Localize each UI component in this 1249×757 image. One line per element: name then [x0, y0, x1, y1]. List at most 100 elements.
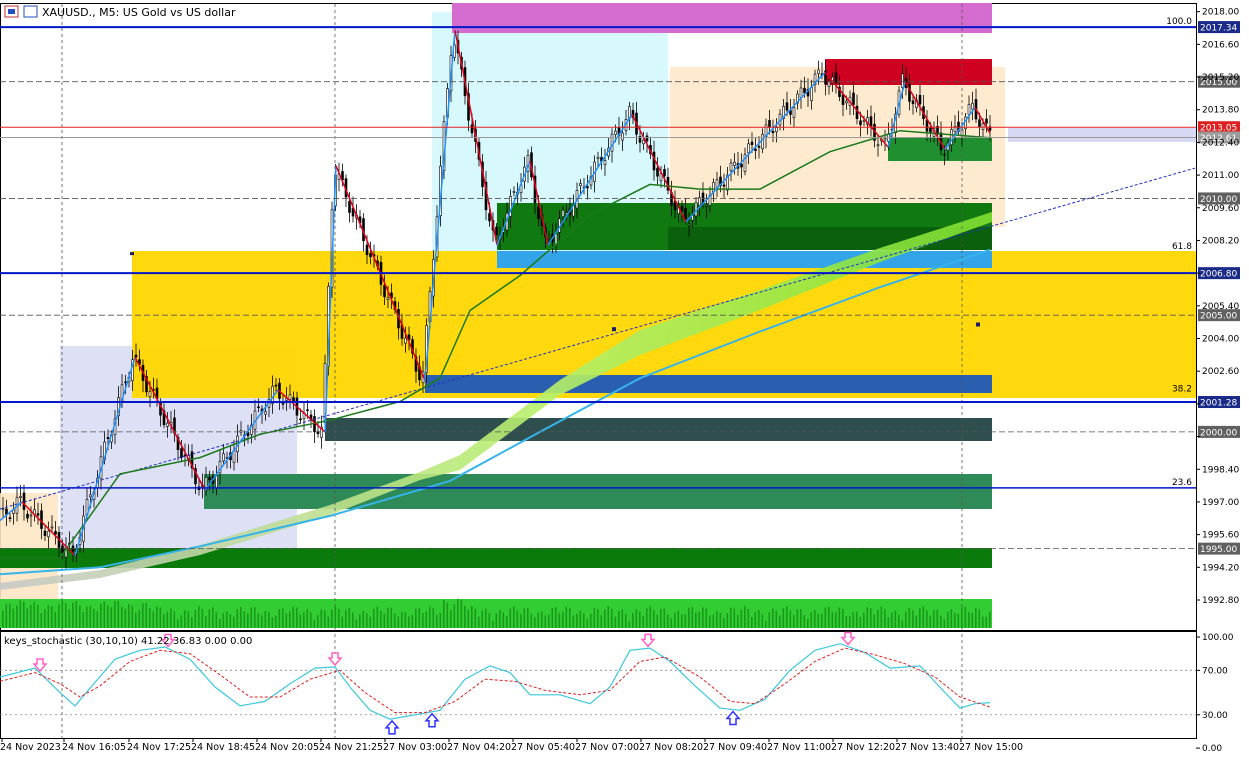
volume-bar [58, 604, 60, 628]
candle-bull [404, 337, 407, 344]
volume-bar [366, 613, 368, 628]
volume-bar [597, 609, 599, 628]
volume-bar [247, 613, 249, 628]
volume-bar [880, 606, 883, 628]
volume-bar [124, 608, 127, 628]
zone-red [825, 59, 992, 85]
candle-bear [383, 285, 386, 298]
volume-bar [667, 614, 669, 628]
volume-bar [800, 609, 802, 628]
volume-bar [310, 612, 312, 628]
candle-bull [288, 394, 292, 400]
volume-bar [460, 599, 463, 628]
volume-bar [642, 615, 645, 628]
volume-bar [352, 612, 354, 628]
volume-bar [569, 608, 571, 628]
volume-bar [670, 618, 673, 628]
x-tick-label: 27 Nov 13:40 [895, 742, 959, 753]
candle-bull [89, 494, 92, 498]
volume-bar [86, 606, 88, 628]
candle-bear [40, 510, 43, 529]
volume-bar [541, 611, 543, 628]
volume-bar [110, 607, 113, 628]
volume-bar [754, 611, 757, 628]
volume-bar [831, 612, 834, 628]
volume-bar [660, 608, 662, 628]
volume-bar [436, 614, 438, 628]
volume-bar [765, 620, 767, 628]
volume-bar [677, 610, 680, 628]
candle-bull [775, 127, 778, 133]
volume-bar [317, 614, 319, 628]
volume-bar [789, 610, 792, 628]
volume-bar [663, 608, 666, 628]
volume-bar [614, 616, 617, 628]
x-tick-label: 27 Nov 11:00 [767, 742, 831, 753]
y-tick-label: 1997.00 [1202, 498, 1239, 508]
volume-bar [565, 606, 568, 628]
volume-bar [30, 605, 32, 628]
candle-bull [799, 87, 803, 98]
volume-bar [562, 611, 564, 628]
volume-bar [26, 608, 29, 628]
volume-bar [268, 612, 270, 628]
volume-bar [135, 612, 137, 628]
volume-bar [768, 612, 771, 628]
candle-bull [694, 201, 698, 217]
volume-bar [803, 614, 806, 628]
y-tick-label: 1994.20 [1202, 563, 1239, 573]
y-tick-label: 2012.40 [1202, 138, 1239, 148]
symbol-title: XAUUSD., M5: US Gold vs US dollar [42, 6, 236, 19]
x-tick-label: 24 Nov 2023 [0, 742, 61, 753]
candle-bull [971, 102, 974, 110]
volume-bar [324, 610, 326, 628]
volume-bar [723, 617, 725, 628]
x-tick-label: 27 Nov 15:00 [959, 742, 1023, 753]
volume-bar [289, 611, 291, 628]
volume-bar [793, 615, 795, 628]
volume-bar [933, 610, 935, 628]
volume-bar [355, 619, 358, 628]
volume-bar [817, 613, 820, 628]
y-tick-label: 2015.20 [1202, 73, 1239, 83]
y-tick-label: 2018.00 [1202, 8, 1239, 18]
volume-bar [919, 608, 921, 628]
candle-bear [929, 126, 932, 133]
volume-bar [611, 608, 613, 628]
volume-bar [187, 611, 190, 628]
volume-bar [292, 606, 295, 628]
volume-bar [467, 609, 470, 628]
volume-bar [859, 616, 862, 628]
volume-bar [327, 616, 330, 628]
volume-bar [226, 611, 228, 628]
volume-bar [807, 619, 809, 628]
volume-bar [429, 606, 431, 628]
volume-bar [982, 616, 984, 628]
volume-bar [376, 606, 379, 628]
candle-bull [621, 132, 624, 141]
candle-bull [901, 73, 904, 88]
candle-bear [180, 448, 183, 458]
chart-canvas[interactable]: 2017.342015.002013.052012.612010.002006.… [0, 0, 1249, 754]
volume-bar [2, 610, 4, 628]
candle-bull [29, 514, 33, 517]
candle-bull [579, 183, 582, 187]
volume-bar [170, 608, 172, 628]
volume-bar [9, 603, 11, 628]
volume-bar [929, 615, 932, 628]
volume-bar [439, 613, 442, 628]
volume-bar [271, 617, 274, 628]
candle-bear [771, 130, 775, 133]
volume-bar [551, 608, 554, 628]
volume-bar [866, 607, 869, 628]
zone-blue-light [497, 251, 992, 268]
trade-icon[interactable] [23, 5, 38, 18]
volume-bar [534, 617, 536, 628]
volume-bar [772, 608, 774, 628]
x-tick-label: 24 Nov 20:05 [255, 742, 319, 753]
volume-bar [954, 612, 956, 628]
volume-bar [961, 607, 963, 628]
volume-bar [100, 603, 102, 628]
trading-chart[interactable]: 2017.34 2015.00 2013.05 2012.61 2010.00 2006.… [0, 0, 1249, 754]
volume-bar [474, 608, 477, 628]
